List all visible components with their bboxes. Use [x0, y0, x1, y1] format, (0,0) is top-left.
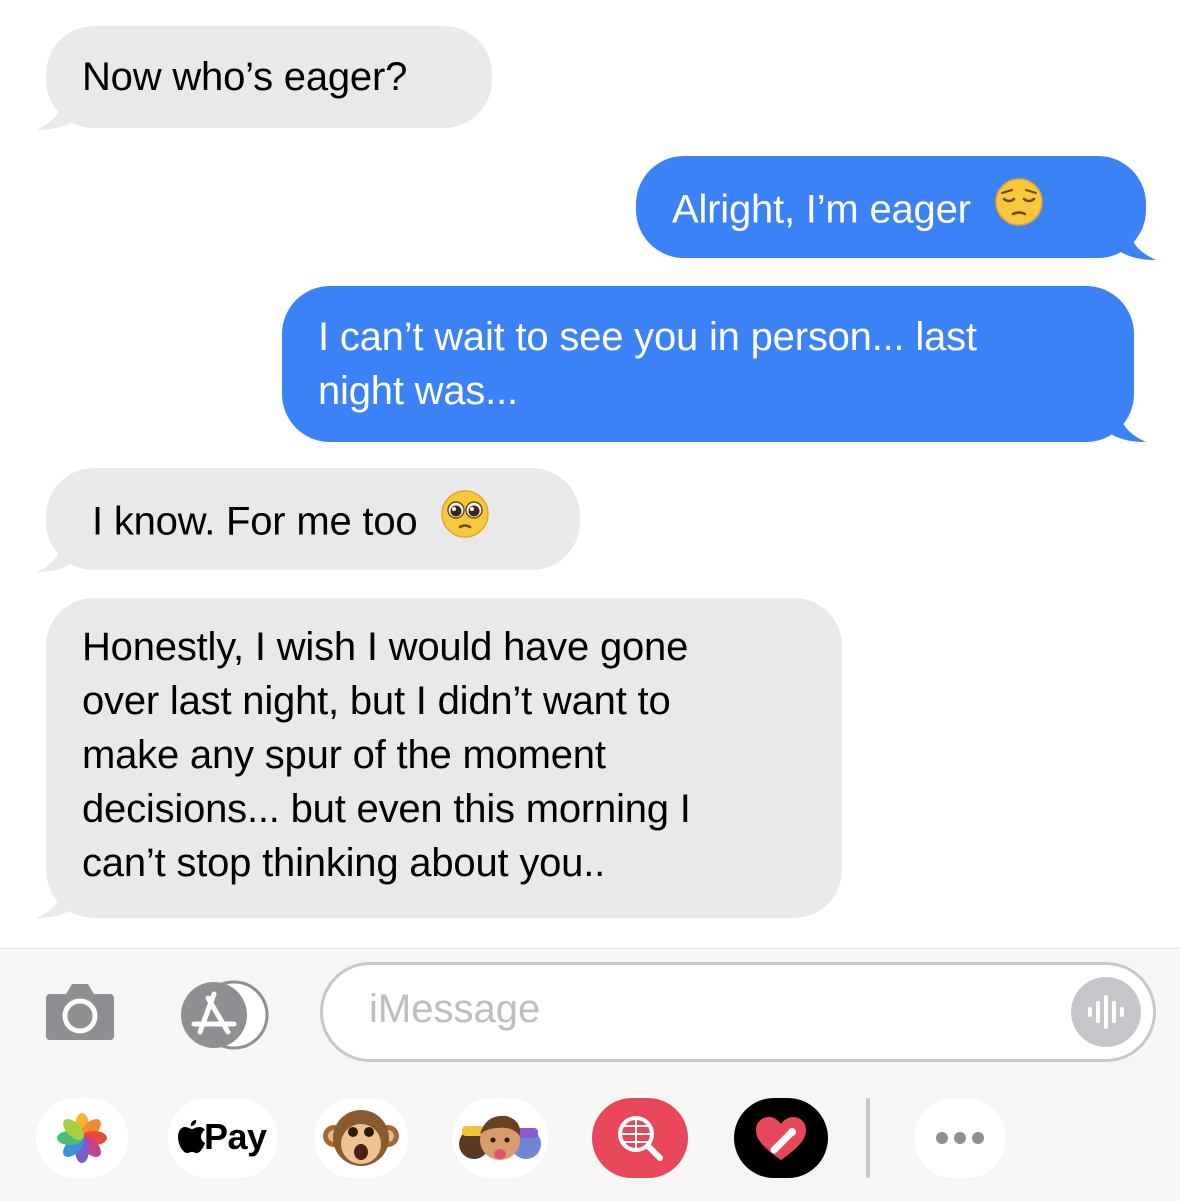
pleading-face-icon — [440, 489, 490, 553]
bubble-tail — [1118, 222, 1156, 260]
tray-more-button[interactable] — [914, 1098, 1006, 1178]
tray-images-button[interactable] — [592, 1098, 688, 1178]
bubble-tail — [36, 534, 74, 572]
message-bubble-incoming[interactable]: Honestly, I wish I would have gone over … — [46, 598, 842, 918]
message-bubble-incoming[interactable]: Now who’s eager? — [46, 26, 492, 128]
tray-photos-button[interactable] — [36, 1098, 128, 1178]
apple-logo-icon — [178, 1120, 205, 1153]
message-thread: Now who’s eager? Alright, I’m eager I ca… — [0, 0, 1180, 948]
message-bubble-incoming[interactable]: I know. For me too — [46, 468, 580, 570]
message-input[interactable]: iMessage — [320, 962, 1156, 1062]
monkey-animoji-icon — [323, 1110, 399, 1166]
heart-touch-icon — [756, 1117, 806, 1160]
more-dots-icon — [936, 1132, 984, 1144]
memoji-stickers-icon — [459, 1115, 541, 1160]
bubble-tail — [1108, 404, 1146, 442]
message-bubble-outgoing[interactable]: I can’t wait to see you in person... las… — [282, 286, 1134, 442]
bubble-tail — [36, 92, 74, 130]
app-store-icon[interactable] — [176, 980, 272, 1050]
waveform-icon[interactable] — [1071, 977, 1141, 1047]
bubble-tail — [36, 880, 74, 918]
pensive-face-icon — [994, 177, 1044, 241]
message-bubble-outgoing[interactable]: Alright, I’m eager — [636, 156, 1146, 258]
tray-digital-touch-button[interactable] — [734, 1098, 828, 1178]
globe-search-icon — [618, 1116, 663, 1161]
message-text: Alright, I’m eager — [672, 187, 971, 232]
tray-apple-pay-button[interactable]: Pay — [168, 1098, 278, 1178]
camera-icon[interactable] — [44, 980, 116, 1042]
tray-memoji-button[interactable] — [452, 1098, 548, 1178]
tray-animoji-button[interactable] — [314, 1098, 408, 1178]
message-input-placeholder: iMessage — [369, 987, 541, 1031]
message-text: Now who’s eager? — [82, 55, 408, 99]
message-text: Honestly, I wish I would have gone over … — [82, 625, 691, 885]
photos-icon — [57, 1113, 107, 1163]
message-text: I know. For me too — [92, 499, 418, 544]
apple-pay-label: Pay — [204, 1116, 267, 1157]
message-text: I can’t wait to see you in person... las… — [318, 315, 977, 413]
tray-divider — [866, 1098, 870, 1178]
